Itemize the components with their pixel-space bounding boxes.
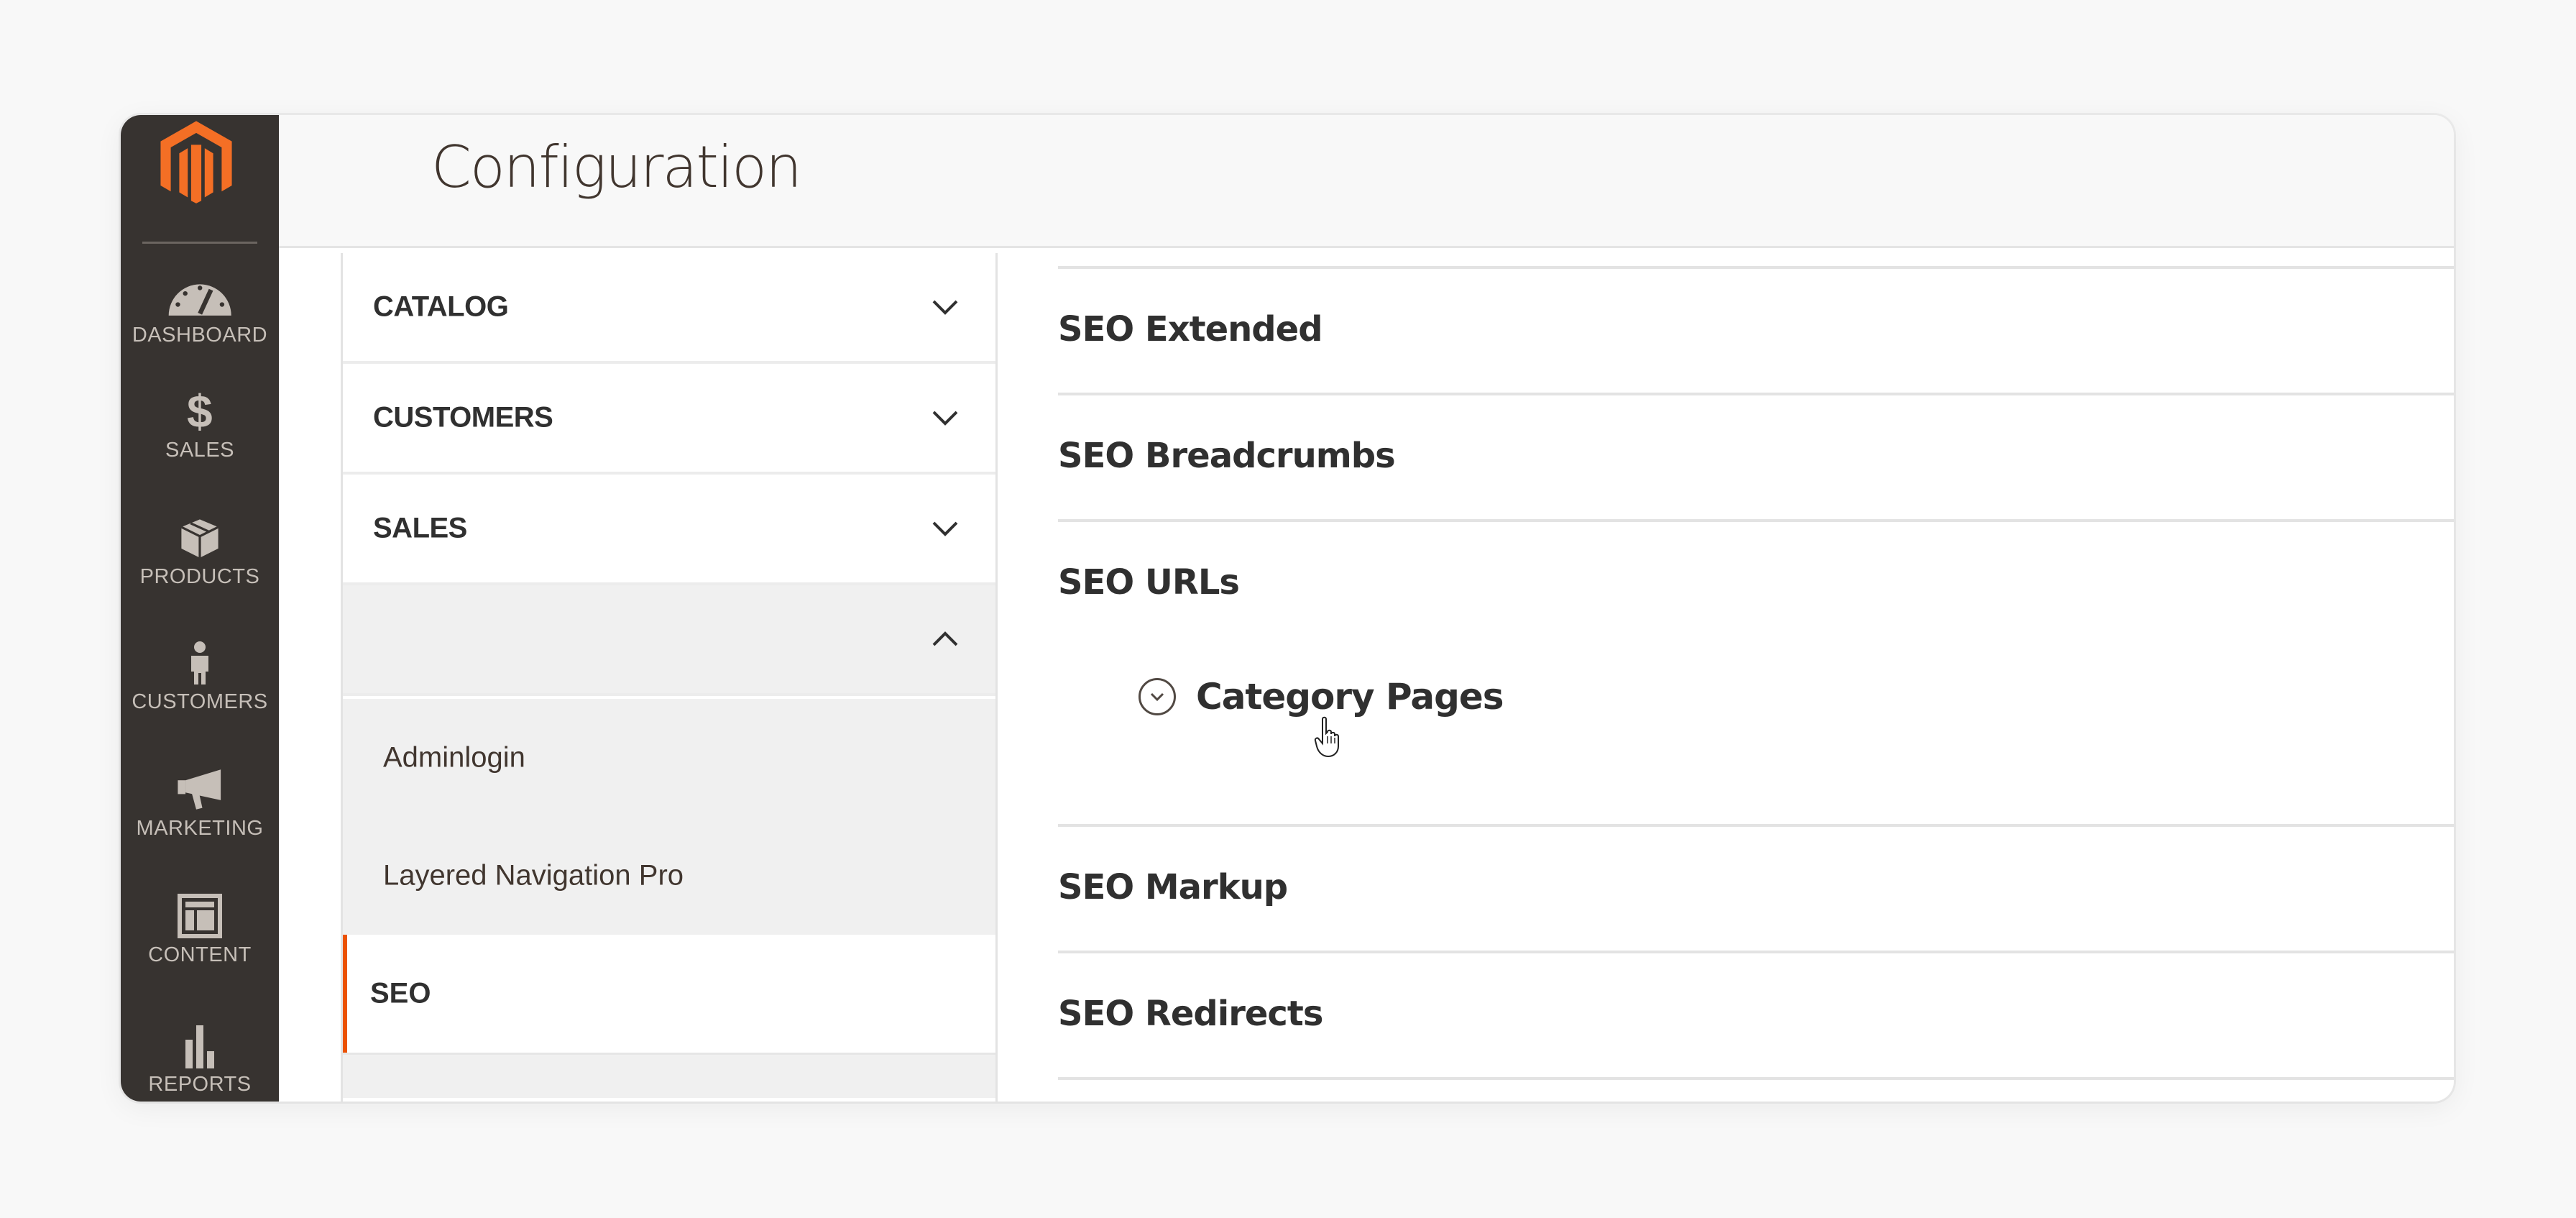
tab-item-label: Adminlogin [383, 741, 525, 774]
section-seo-extended[interactable]: SEO Extended [1058, 266, 2454, 393]
nav-label: SALES [165, 439, 234, 462]
nav-label: MARKETING [136, 817, 264, 840]
person-icon [121, 640, 279, 686]
section-seo-markup[interactable]: SEO Markup [1058, 824, 2454, 951]
nav-item-reports[interactable]: REPORTS [121, 1022, 279, 1096]
tab-item-adminlogin[interactable]: Adminlogin [343, 699, 995, 817]
section-title: SEO URLs [1058, 562, 1240, 603]
dollar-icon: $ [186, 385, 213, 437]
section-seo-breadcrumbs[interactable]: SEO Breadcrumbs [1058, 393, 2454, 519]
expand-circle-icon [1138, 678, 1176, 715]
logo-divider [142, 242, 257, 244]
subsection-category-pages[interactable]: Category Pages [1138, 676, 1504, 718]
nav-label: DASHBOARD [132, 324, 268, 347]
chevron-down-icon [932, 521, 958, 536]
tab-group-catalog[interactable]: CATALOG [343, 253, 995, 364]
nav-label: CUSTOMERS [132, 690, 268, 713]
magento-logo[interactable] [152, 119, 240, 204]
section-title: SEO Markup [1058, 867, 1288, 907]
tab-group-label: CATALOG [373, 290, 509, 323]
nav-item-dashboard[interactable]: DASHBOARD [121, 273, 279, 347]
tab-group-label: CUSTOMERS [373, 401, 553, 434]
section-seo-urls[interactable]: SEO URLs Category Pages [1058, 519, 2454, 824]
nav-item-marketing[interactable]: MARKETING [121, 766, 279, 841]
chevron-down-icon [932, 300, 958, 315]
chevron-down-icon [932, 411, 958, 426]
nav-item-products[interactable]: PRODUCTS [121, 515, 279, 589]
tab-group-expanded[interactable] [343, 585, 995, 696]
layout-icon [121, 893, 279, 939]
tab-item-next[interactable] [343, 1053, 995, 1098]
tab-group-sales[interactable]: SALES [343, 475, 995, 585]
section-title: SEO Extended [1058, 309, 1323, 349]
page-title: Configuration [431, 134, 802, 201]
tab-item-layered-navigation-pro[interactable]: Layered Navigation Pro [343, 817, 995, 935]
config-tabs-panel: CATALOG CUSTOMERS SALES Adminlogin Layer… [341, 253, 998, 1102]
subsection-title: Category Pages [1196, 676, 1504, 718]
tab-group-customers[interactable]: CUSTOMERS [343, 364, 995, 475]
section-title: SEO Redirects [1058, 994, 1323, 1034]
box-icon [121, 515, 279, 561]
tab-group-label: SALES [373, 512, 467, 544]
nav-item-content[interactable]: CONTENT [121, 893, 279, 967]
tab-item-label: SEO [370, 977, 431, 1009]
section-seo-redirects[interactable]: SEO Redirects [1058, 951, 2454, 1080]
nav-label: PRODUCTS [139, 565, 260, 588]
tab-item-label: Layered Navigation Pro [383, 859, 684, 892]
tab-item-seo[interactable]: SEO [343, 935, 995, 1053]
nav-label: CONTENT [148, 943, 252, 966]
page-header: Configuration [279, 115, 2454, 248]
admin-window: DASHBOARD $ SALES PRODUCTS CUSTOMERS MAR… [121, 115, 2454, 1102]
megaphone-icon [121, 766, 279, 812]
bar-chart-icon [121, 1022, 279, 1068]
chevron-up-icon [932, 631, 958, 646]
nav-item-customers[interactable]: CUSTOMERS [121, 640, 279, 714]
nav-label: REPORTS [148, 1073, 252, 1096]
dashboard-gauge-icon [121, 273, 279, 319]
nav-item-sales[interactable]: $ SALES [121, 388, 279, 462]
admin-sidebar: DASHBOARD $ SALES PRODUCTS CUSTOMERS MAR… [121, 115, 279, 1102]
section-title: SEO Breadcrumbs [1058, 436, 1396, 476]
